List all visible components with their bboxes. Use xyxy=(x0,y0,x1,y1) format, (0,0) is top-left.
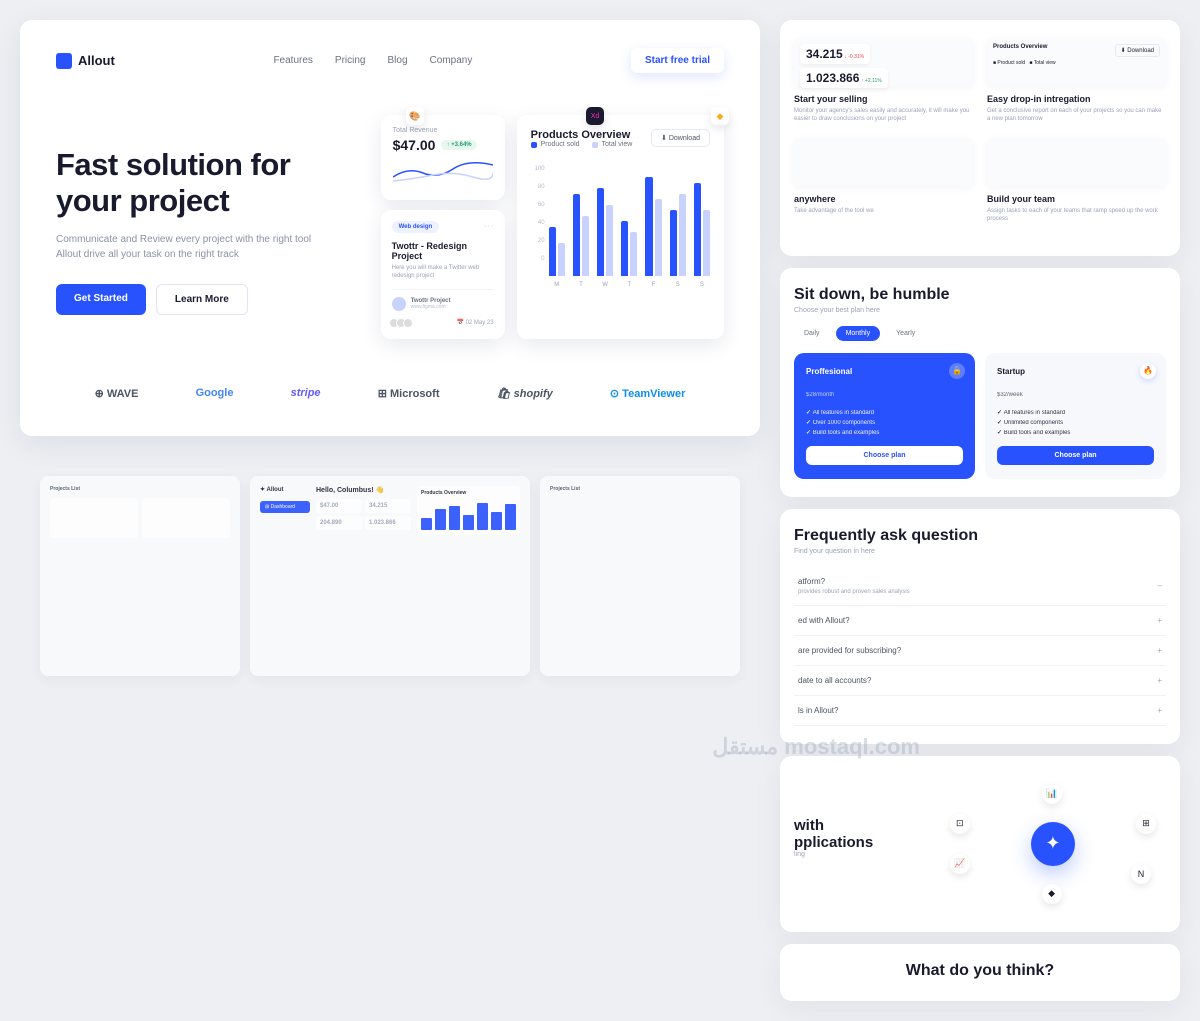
xd-icon: Xd xyxy=(586,107,604,125)
logo-wave: ⊕ WAVE xyxy=(95,387,139,400)
flame-icon: 🔥 xyxy=(1140,363,1156,379)
avatar xyxy=(392,297,406,311)
plan-name-1: Proffesional xyxy=(806,367,963,376)
logo-google: Google xyxy=(196,387,234,399)
pricing-section: Sit down, be humble Choose your best pla… xyxy=(780,268,1180,497)
orbit-icon: N xyxy=(1131,864,1151,884)
navbar: Allout Features Pricing Blog Company Sta… xyxy=(56,48,724,73)
faq-item[interactable]: atform?provides robust and proven sales … xyxy=(794,567,1166,606)
feature-img-3 xyxy=(794,138,973,186)
revenue-value: $47.00 xyxy=(393,137,436,153)
dashboard-previews: Projects List ✦ Allout ⊞ Dashboard Hello… xyxy=(20,456,760,696)
nav-features[interactable]: Features xyxy=(273,55,312,66)
revenue-label: Total Revenue xyxy=(393,127,493,134)
tab-monthly[interactable]: Monthly xyxy=(836,326,881,341)
chart-title: Products Overview xyxy=(531,129,633,141)
project-date: 📅 02 May 23 xyxy=(456,319,493,326)
faq-item[interactable]: date to all accounts?+ xyxy=(794,666,1166,696)
preview-3: Projects List xyxy=(540,476,740,676)
integrate-logo-icon: ✦ xyxy=(1031,822,1075,866)
preview-2: ✦ Allout ⊞ Dashboard Hello, Columbus! 👋 … xyxy=(250,476,530,676)
revenue-delta: ↑ +3.64% xyxy=(441,140,476,150)
logo-shopify: 🛍 shopify xyxy=(497,387,553,400)
revenue-card: Total Revenue $47.00 ↑ +3.64% xyxy=(381,115,505,200)
feat-title-2: Easy drop-in intregation xyxy=(987,94,1166,104)
legend-sold: Product sold xyxy=(541,141,580,148)
learn-more-button[interactable]: Learn More xyxy=(156,284,248,315)
feat-title-4: Build your team xyxy=(987,194,1166,204)
choose-plan-1[interactable]: Choose plan xyxy=(806,446,963,465)
project-owner: Twottr Project xyxy=(411,298,451,304)
partner-logos: ⊕ WAVE Google stripe ⊞ Microsoft 🛍 shopi… xyxy=(56,379,724,408)
team-avatars xyxy=(392,318,413,328)
feedback-section: What do you think? xyxy=(780,944,1180,1001)
logo-teamviewer: ⊙ TeamViewer xyxy=(610,387,685,400)
logo-stripe: stripe xyxy=(291,387,321,399)
orbit-icon: ◆ xyxy=(1042,884,1062,904)
faq-sub: Find your question in here xyxy=(794,548,1166,555)
feat-desc-3: Take advantage of the tool we xyxy=(794,207,973,215)
orbit-icon: ⊞ xyxy=(1136,814,1156,834)
tab-yearly[interactable]: Yearly xyxy=(886,326,925,341)
project-owner-link: www.figma.com xyxy=(411,304,451,310)
nav-pricing[interactable]: Pricing xyxy=(335,55,366,66)
hero-subtitle: Communicate and Review every project wit… xyxy=(56,232,316,262)
hero-title: Fast solution for your project xyxy=(56,147,355,218)
choose-plan-2[interactable]: Choose plan xyxy=(997,446,1154,465)
pricing-heading: Sit down, be humble xyxy=(794,286,1166,304)
project-title: Twottr - Redesign Project xyxy=(392,241,494,261)
plan-professional: 🔒 Proffesional $28/month All features in… xyxy=(794,353,975,479)
faq-item[interactable]: ed with Allout?+ xyxy=(794,606,1166,636)
project-card: Web design ⋯ Twottr - Redesign Project He… xyxy=(381,210,505,339)
project-tag: Web design xyxy=(392,221,440,233)
orbit-icon: 📊 xyxy=(1042,784,1062,804)
feat-desc-1: Monitor your agency's sales easily and a… xyxy=(794,107,973,124)
features-section: 34.215 ↓ -0.31% 1.023.866 ↑ +2.11% Start… xyxy=(780,20,1180,256)
figma-icon: 🎨 xyxy=(406,107,424,125)
tab-daily[interactable]: Daily xyxy=(794,326,830,341)
feat-title-1: Start your selling xyxy=(794,94,973,104)
faq-section: Frequently ask question Find your questi… xyxy=(780,509,1180,744)
plan-startup: 🔥 Startup $32/week All features in stand… xyxy=(985,353,1166,479)
feat-desc-4: Assign tasks to each of your teams that … xyxy=(987,207,1166,224)
products-overview-card: Products Overview Product sold Total vie… xyxy=(517,115,724,339)
feature-img-1: 34.215 ↓ -0.31% 1.023.866 ↑ +2.11% xyxy=(794,38,973,86)
get-started-button[interactable]: Get Started xyxy=(56,284,146,315)
start-trial-button[interactable]: Start free trial xyxy=(631,48,724,73)
more-icon[interactable]: ⋯ xyxy=(484,221,494,233)
feature-img-2: Products Overview⬇ Download ■ Product so… xyxy=(987,38,1166,86)
faq-heading: Frequently ask question xyxy=(794,527,1166,545)
feedback-heading: What do you think? xyxy=(794,962,1166,980)
nav-company[interactable]: Company xyxy=(430,55,473,66)
project-desc: Here you will make a Twitter web redesig… xyxy=(392,264,494,281)
revenue-sparkline xyxy=(393,159,493,185)
pricing-sub: Choose your best plan here xyxy=(794,307,1166,314)
download-button[interactable]: ⬇ Download xyxy=(651,129,710,147)
billing-tabs: Daily Monthly Yearly xyxy=(794,326,1166,341)
faq-item[interactable]: ls in Allout?+ xyxy=(794,696,1166,726)
plan-name-2: Startup xyxy=(997,367,1154,376)
integrate-section: with pplications ling ✦ 📊 ⊞ N ◆ 📈 ⊡ xyxy=(780,756,1180,932)
lock-icon: 🔒 xyxy=(949,363,965,379)
brand: Allout xyxy=(56,53,115,69)
nav-blog[interactable]: Blog xyxy=(388,55,408,66)
feature-img-4 xyxy=(987,138,1166,186)
bar-chart: 100806040200 xyxy=(531,166,710,276)
feat-desc-2: Get a conclusive report on each of your … xyxy=(987,107,1166,124)
logo-microsoft: ⊞ Microsoft xyxy=(378,387,440,400)
legend-view: Total view xyxy=(602,141,633,148)
sketch-icon: ◆ xyxy=(711,107,729,125)
brand-name: Allout xyxy=(78,53,115,68)
preview-1: Projects List xyxy=(40,476,240,676)
faq-item[interactable]: are provided for subscribing?+ xyxy=(794,636,1166,666)
orbit-icon: 📈 xyxy=(950,854,970,874)
nav-links: Features Pricing Blog Company xyxy=(273,55,472,66)
logo-icon xyxy=(56,53,72,69)
orbit-icon: ⊡ xyxy=(950,814,970,834)
feat-title-3: anywhere xyxy=(794,194,973,204)
